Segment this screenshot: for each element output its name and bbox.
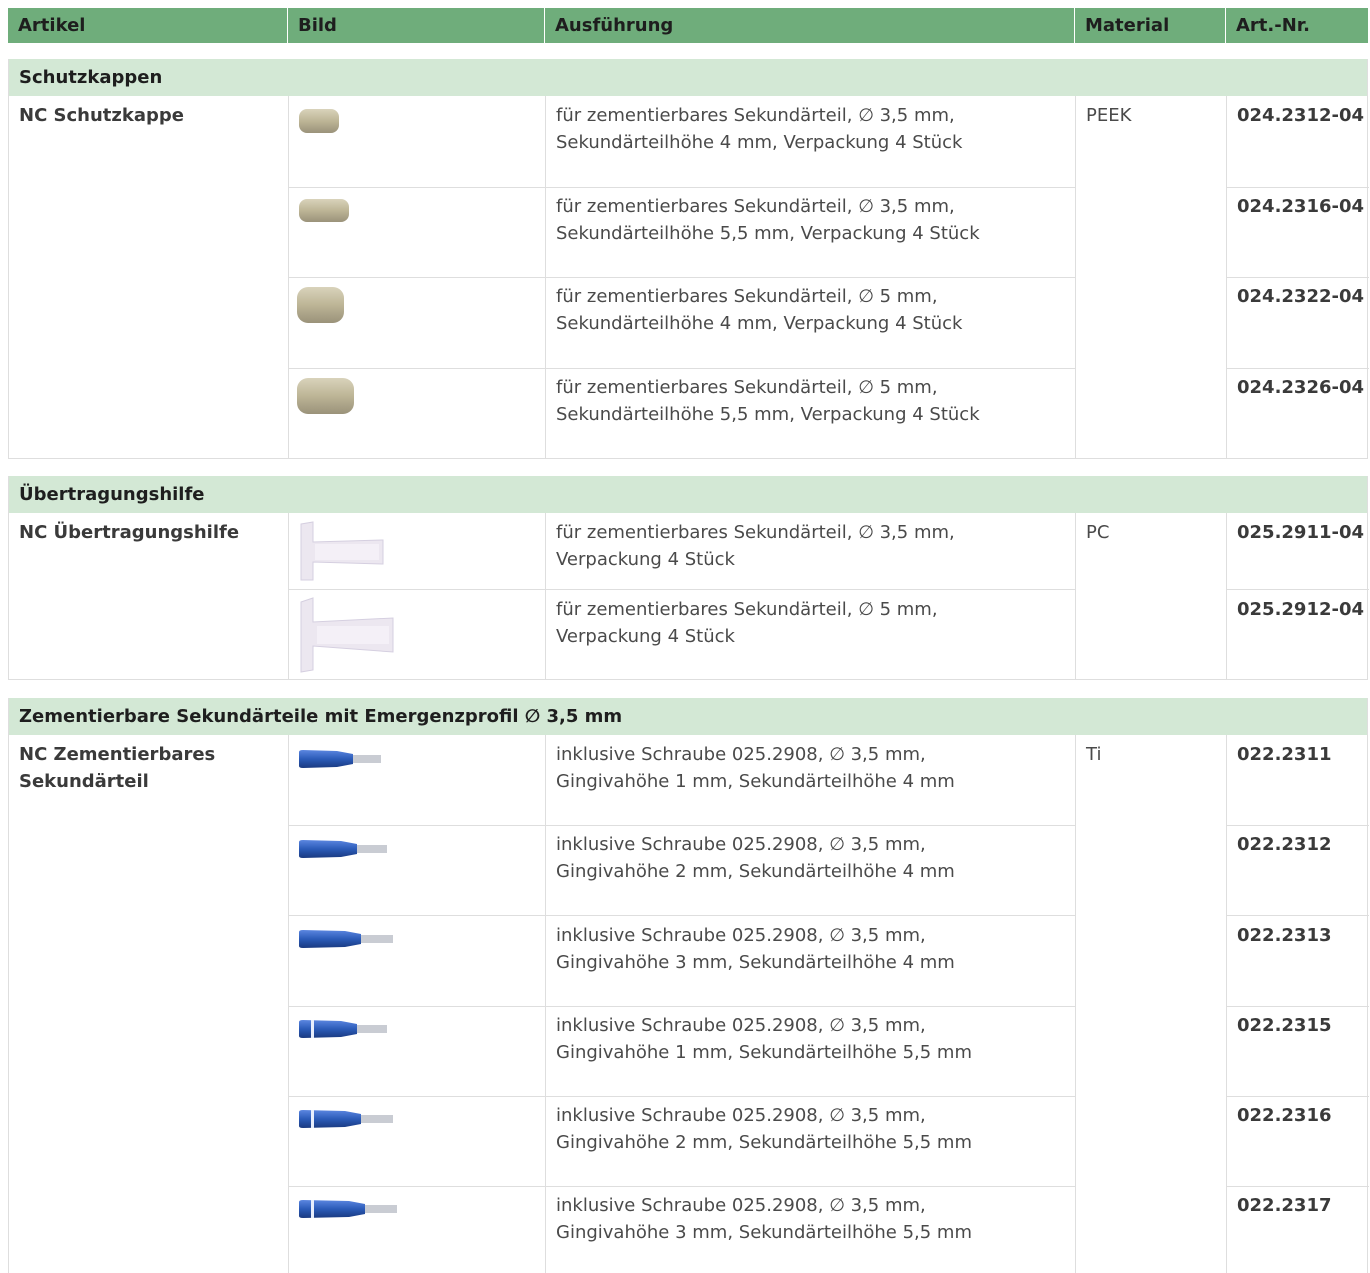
- row-desc-line2: Gingivahöhe 1 mm, Sekundärteilhöhe 4 mm: [556, 771, 955, 792]
- row-desc-line2: Gingivahöhe 3 mm, Sekundärteilhöhe 4 mm: [556, 952, 955, 973]
- row-desc-line2: Gingivahöhe 1 mm, Sekundärteilhöhe 5,5 m…: [556, 1042, 972, 1063]
- article-number: 022.2311: [1237, 744, 1332, 765]
- row-desc-line2: Sekundärteilhöhe 5,5 mm, Verpackung 4 St…: [556, 404, 980, 425]
- protective-cap-image: [297, 287, 344, 323]
- section-zementierbare-sekundaerteile: Zementierbare Sekundärteile mit Emergenz…: [8, 698, 1369, 1273]
- article-name-line2: Sekundärteil: [19, 771, 149, 792]
- section-title: Übertragungshilfe: [9, 476, 1367, 513]
- row-desc-line1: für zementierbares Sekundärteil, ∅ 3,5 m…: [556, 196, 955, 217]
- row-desc-line1: inklusive Schraube 025.2908, ∅ 3,5 mm,: [556, 925, 926, 946]
- header-artnr: Art.-Nr.: [1236, 15, 1310, 36]
- article-number: 024.2326-04: [1237, 377, 1365, 398]
- article-name: NC Übertragungshilfe: [19, 522, 240, 543]
- row-desc-line1: inklusive Schraube 025.2908, ∅ 3,5 mm,: [556, 1105, 926, 1126]
- article-number: 024.2322-04: [1237, 286, 1365, 307]
- row-desc-line1: inklusive Schraube 025.2908, ∅ 3,5 mm,: [556, 1015, 926, 1036]
- row-desc-line1: für zementierbares Sekundärteil, ∅ 3,5 m…: [556, 522, 955, 543]
- section-title: Schutzkappen: [9, 59, 1367, 96]
- protective-cap-image: [299, 109, 339, 133]
- material: PEEK: [1086, 105, 1132, 126]
- row-desc-line2: Gingivahöhe 2 mm, Sekundärteilhöhe 5,5 m…: [556, 1132, 972, 1153]
- article-number: 022.2316: [1237, 1105, 1332, 1126]
- row-desc-line2: Gingivahöhe 2 mm, Sekundärteilhöhe 4 mm: [556, 861, 955, 882]
- header-material: Material: [1085, 15, 1170, 36]
- row-desc-line1: inklusive Schraube 025.2908, ∅ 3,5 mm,: [556, 1195, 926, 1216]
- row-desc-line1: für zementierbares Sekundärteil, ∅ 3,5 m…: [556, 105, 955, 126]
- material: PC: [1086, 522, 1110, 543]
- row-desc-line2: Gingivahöhe 3 mm, Sekundärteilhöhe 5,5 m…: [556, 1222, 972, 1243]
- row-desc-line2: Sekundärteilhöhe 4 mm, Verpackung 4 Stüc…: [556, 313, 963, 334]
- row-desc-line2: Sekundärteilhöhe 4 mm, Verpackung 4 Stüc…: [556, 132, 963, 153]
- article-name-line1: NC Zementierbares: [19, 744, 216, 765]
- row-desc-line1: inklusive Schraube 025.2908, ∅ 3,5 mm,: [556, 834, 926, 855]
- article-number: 022.2312: [1237, 834, 1332, 855]
- abutment-image: [299, 750, 381, 768]
- transfer-aid-image: [300, 597, 394, 673]
- article-number: 022.2313: [1237, 925, 1332, 946]
- row-desc-line1: für zementierbares Sekundärteil, ∅ 5 mm,: [556, 599, 938, 620]
- article-number: 024.2316-04: [1237, 196, 1365, 217]
- header-bild: Bild: [298, 15, 337, 36]
- section-schutzkappen: Schutzkappen NC Schutzkappe PEEK für zem…: [8, 59, 1369, 459]
- table-header: Artikel Bild Ausführung Material Art.-Nr…: [8, 8, 1368, 43]
- article-name: NC Schutzkappe: [19, 105, 184, 126]
- transfer-aid-image: [300, 521, 384, 581]
- row-desc-line2: Verpackung 4 Stück: [556, 549, 735, 570]
- header-artikel: Artikel: [18, 15, 86, 36]
- row-desc-line1: für zementierbares Sekundärteil, ∅ 5 mm,: [556, 377, 938, 398]
- article-number: 024.2312-04: [1237, 105, 1365, 126]
- article-number: 025.2911-04: [1237, 522, 1365, 543]
- section-title: Zementierbare Sekundärteile mit Emergenz…: [9, 698, 1367, 735]
- abutment-image: [299, 1200, 397, 1218]
- article-number: 022.2317: [1237, 1195, 1332, 1216]
- protective-cap-image: [297, 378, 354, 414]
- header-ausfuehrung: Ausführung: [555, 15, 674, 36]
- row-desc-line1: für zementierbares Sekundärteil, ∅ 5 mm,: [556, 286, 938, 307]
- abutment-image: [299, 1020, 387, 1038]
- material: Ti: [1086, 744, 1102, 765]
- row-desc-line2: Sekundärteilhöhe 5,5 mm, Verpackung 4 St…: [556, 223, 980, 244]
- article-number: 025.2912-04: [1237, 599, 1365, 620]
- protective-cap-image: [299, 199, 349, 222]
- abutment-image: [299, 1110, 393, 1128]
- abutment-image: [299, 840, 387, 858]
- article-number: 022.2315: [1237, 1015, 1332, 1036]
- row-desc-line1: inklusive Schraube 025.2908, ∅ 3,5 mm,: [556, 744, 926, 765]
- row-desc-line2: Verpackung 4 Stück: [556, 626, 735, 647]
- abutment-image: [299, 930, 393, 948]
- section-uebertragungshilfe: Übertragungshilfe NC Übertragungshilfe P…: [8, 476, 1369, 680]
